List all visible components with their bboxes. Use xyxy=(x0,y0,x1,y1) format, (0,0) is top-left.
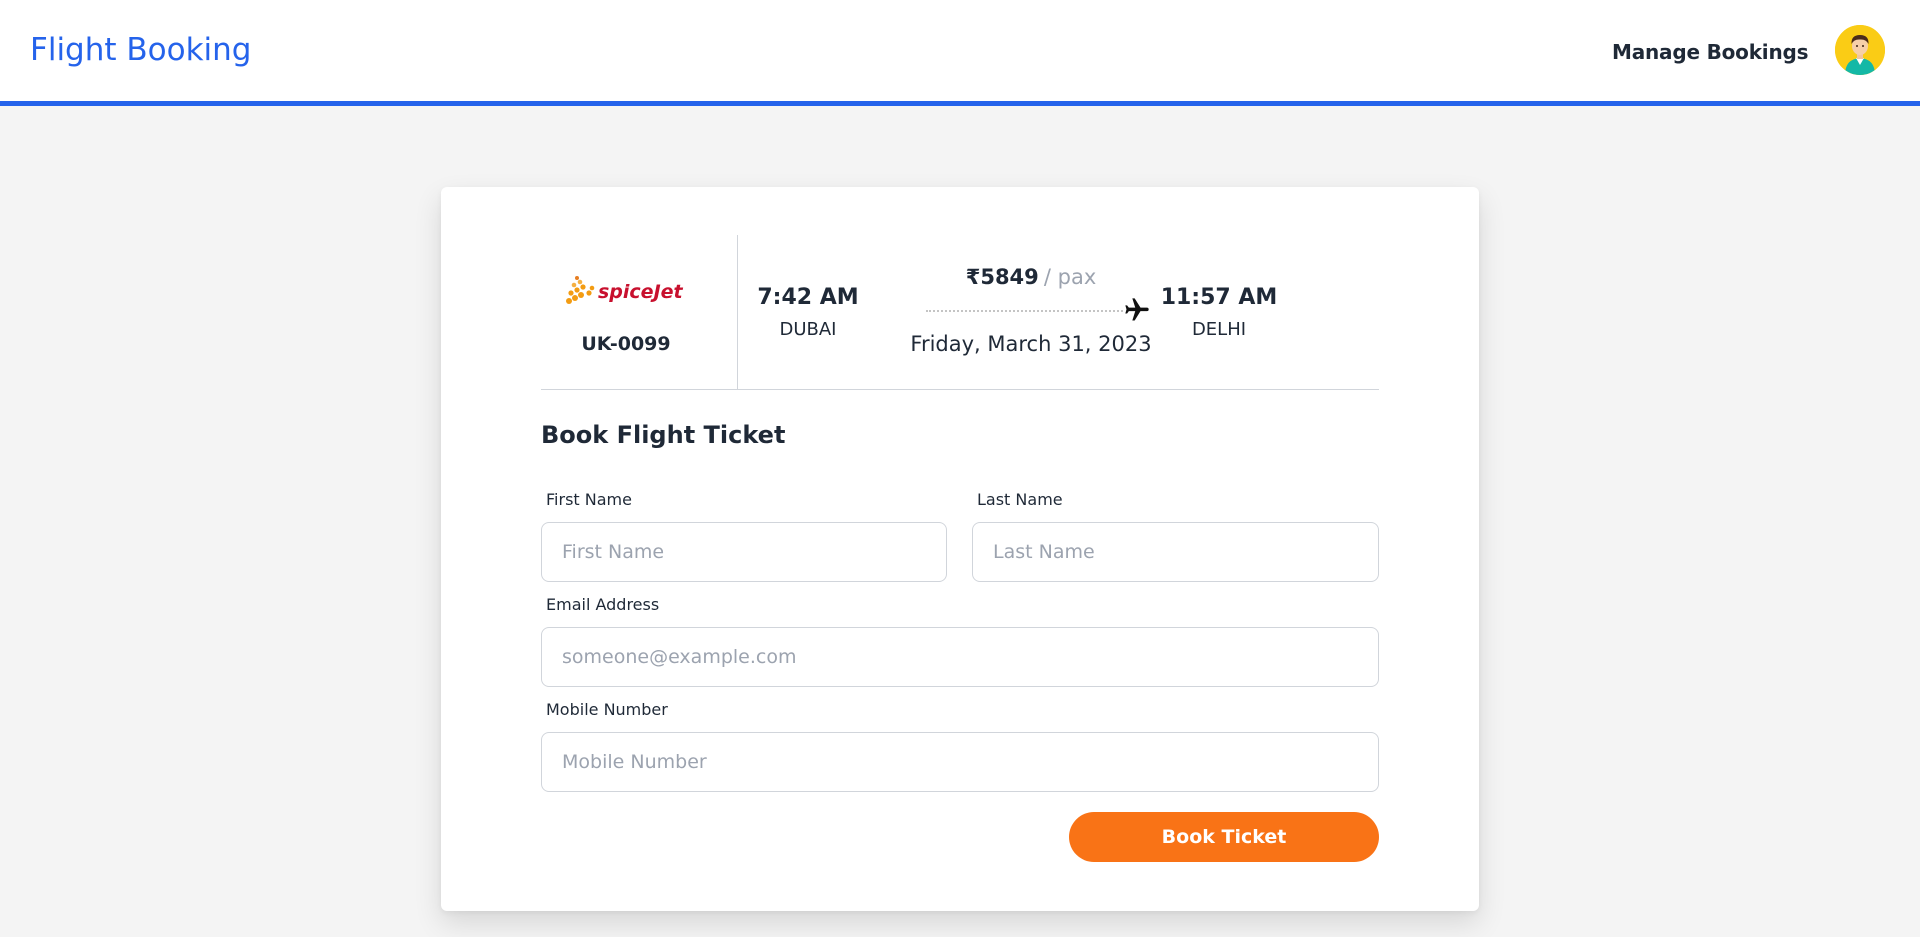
last-name-input[interactable] xyxy=(972,522,1379,582)
email-label: Email Address xyxy=(546,595,660,614)
flight-date: Friday, March 31, 2023 xyxy=(910,332,1152,356)
departure-city: DUBAI xyxy=(779,319,837,340)
price-unit: / pax xyxy=(1043,265,1097,289)
first-name-label: First Name xyxy=(546,490,632,509)
departure-time: 7:42 AM xyxy=(757,285,859,310)
flight-summary: spiceJet UK-0099 7:42 AM DUBAI ₹5849 / p… xyxy=(541,235,1379,390)
mobile-label: Mobile Number xyxy=(546,700,668,719)
airline-column: spiceJet UK-0099 xyxy=(541,235,738,390)
manage-bookings-link[interactable]: Manage Bookings xyxy=(1612,40,1809,64)
email-input[interactable] xyxy=(541,627,1379,687)
last-name-label: Last Name xyxy=(977,490,1063,509)
arrival-city: DELHI xyxy=(1191,319,1247,340)
form-title: Book Flight Ticket xyxy=(541,421,786,449)
flight-number: UK-0099 xyxy=(581,333,671,355)
user-avatar-icon[interactable] xyxy=(1835,25,1885,75)
first-name-input[interactable] xyxy=(541,522,947,582)
price-value: ₹5849 xyxy=(965,265,1039,289)
arrival-time: 11:57 AM xyxy=(1160,285,1278,310)
airline-logo-text: spiceJet xyxy=(598,281,684,303)
booking-card: spiceJet UK-0099 7:42 AM DUBAI ₹5849 / p… xyxy=(441,187,1479,911)
price-info: ₹5849 / pax xyxy=(906,265,1156,289)
top-navbar: Flight Booking Manage Bookings xyxy=(0,0,1920,106)
mobile-input[interactable] xyxy=(541,732,1379,792)
spicejet-logo: spiceJet xyxy=(566,276,684,304)
brand-title[interactable]: Flight Booking xyxy=(30,32,251,68)
book-ticket-button[interactable]: Book Ticket xyxy=(1069,812,1379,862)
route-line xyxy=(926,310,1123,312)
